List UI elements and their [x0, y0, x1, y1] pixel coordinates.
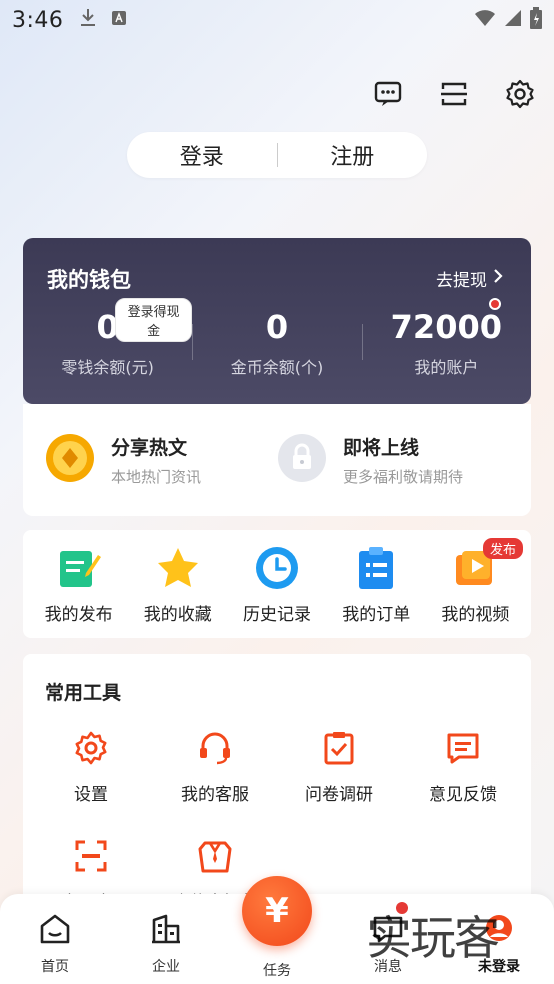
home-icon: [38, 912, 72, 950]
tools-title: 常用工具: [45, 682, 122, 704]
building-icon: [149, 912, 183, 950]
share-hot-articles[interactable]: 分享热文 本地热门资讯: [45, 404, 277, 516]
message-icon: [371, 912, 405, 950]
my-account-label: 我的账户: [414, 358, 479, 377]
shortcut-label: 历史记录: [243, 605, 311, 625]
wifi-icon: [474, 9, 496, 31]
scan-icon: [71, 836, 111, 876]
signal-icon: [504, 9, 522, 31]
shortcut-label: 我的视频: [441, 605, 510, 625]
nav-enterprise[interactable]: 企业: [126, 912, 206, 976]
tool-customer-service[interactable]: 我的客服: [153, 728, 277, 836]
clock-icon: [253, 544, 301, 592]
promo-subtitle: 更多福利敬请期待: [343, 468, 464, 486]
customer-service-icon[interactable]: [372, 76, 404, 112]
battery-icon: [530, 7, 542, 33]
shortcut-videos[interactable]: 发布 我的视频: [426, 538, 525, 638]
promo-title: 分享热文: [111, 437, 188, 459]
shortcut-my-posts[interactable]: 我的发布: [29, 544, 128, 638]
shortcut-history[interactable]: 历史记录: [227, 544, 326, 638]
shortcut-favorites[interactable]: 我的收藏: [128, 544, 227, 638]
coming-soon[interactable]: 即将上线 更多福利敬请期待: [277, 404, 509, 516]
register-button[interactable]: 注册: [278, 139, 428, 171]
tool-survey[interactable]: 问卷调研: [277, 728, 401, 836]
app-notification-icon: [111, 10, 127, 30]
login-cash-badge: 登录得现金: [115, 298, 193, 342]
chevron-right-icon: [493, 268, 503, 289]
headset-icon: [195, 728, 235, 768]
shortcut-label: 我的订单: [342, 605, 411, 625]
tool-label: 意见反馈: [429, 785, 497, 805]
tool-feedback[interactable]: 意见反馈: [401, 728, 525, 836]
shortcut-card: 我的发布 我的收藏 历史记录 我的订单 发布 我的视频: [23, 530, 531, 638]
publish-badge: 发布: [483, 538, 524, 559]
nav-profile-label: 未登录: [478, 959, 520, 975]
lock-icon: [277, 433, 327, 487]
shortcut-label: 我的发布: [44, 605, 113, 625]
wallet-card: 我的钱包 去提现 0 登录得现金 零钱余额(元) 0 金币余额(个) 72000…: [23, 238, 531, 404]
profile-icon: [482, 912, 516, 950]
nav-profile[interactable]: 未登录: [459, 912, 539, 976]
promo-card: 分享热文 本地热门资讯 即将上线 更多福利敬请期待: [23, 404, 531, 516]
change-balance-label: 零钱余额(元): [61, 358, 154, 377]
nav-home[interactable]: 首页: [15, 912, 95, 976]
tool-label: 问卷调研: [305, 785, 373, 805]
my-account[interactable]: 72000 我的账户: [361, 298, 531, 378]
my-account-value: 72000: [390, 308, 502, 346]
wallet-title: 我的钱包: [47, 268, 131, 292]
nav-home-label: 首页: [41, 959, 69, 975]
yuan-icon: ¥: [265, 891, 289, 931]
feedback-icon: [443, 728, 483, 768]
status-time: 3:46: [12, 7, 64, 33]
nav-enterprise-label: 企业: [152, 959, 180, 975]
edit-note-icon: [55, 544, 103, 592]
tool-label: 设置: [74, 785, 108, 805]
task-button[interactable]: ¥: [242, 876, 312, 946]
withdraw-label: 去提现: [436, 271, 487, 291]
download-icon: [79, 8, 97, 32]
coin-balance-value: 0: [265, 308, 289, 346]
change-balance[interactable]: 0 登录得现金 零钱余额(元): [23, 298, 193, 378]
tool-label: 我的客服: [181, 785, 249, 805]
coin-balance-label: 金币余额(个): [230, 358, 324, 377]
notification-dot: [488, 298, 501, 310]
coin-balance[interactable]: 0 金币余额(个): [192, 306, 361, 378]
nav-messages[interactable]: 消息: [348, 912, 428, 976]
promo-title: 即将上线: [343, 437, 420, 459]
withdraw-link[interactable]: 去提现: [436, 266, 503, 291]
clipboard-list-icon: [352, 544, 400, 592]
star-icon: [154, 544, 202, 592]
partner-suit-icon: [195, 836, 235, 876]
nav-messages-label: 消息: [374, 959, 402, 975]
auth-pill: 登录 注册: [127, 132, 427, 178]
status-bar: 3:46: [0, 0, 554, 40]
shortcut-orders[interactable]: 我的订单: [327, 544, 426, 638]
shortcut-label: 我的收藏: [143, 605, 212, 625]
top-actions: [372, 76, 536, 112]
settings-gear-icon[interactable]: [504, 76, 536, 112]
tool-settings[interactable]: 设置: [29, 728, 153, 836]
login-button[interactable]: 登录: [127, 139, 277, 171]
survey-check-icon: [319, 728, 359, 768]
gear-icon: [71, 728, 111, 768]
coin-icon: [45, 433, 95, 487]
scan-icon[interactable]: [438, 76, 470, 112]
nav-task-label: 任务: [263, 963, 291, 979]
promo-subtitle: 本地热门资讯: [111, 468, 202, 486]
messages-notification-dot: [396, 902, 408, 914]
